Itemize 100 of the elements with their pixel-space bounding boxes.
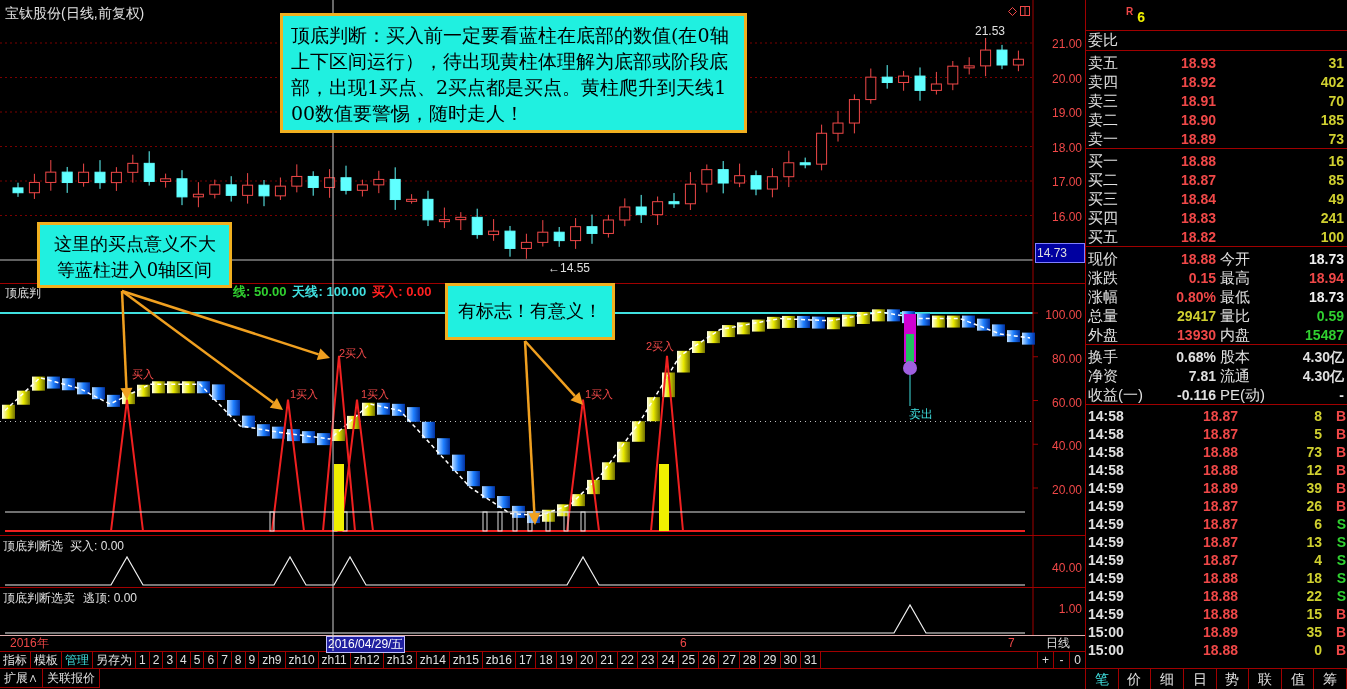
tick-time: 14:58 — [1088, 425, 1125, 444]
stat-value: 4.30亿 — [1301, 366, 1344, 386]
toolbar-tab[interactable]: zh15 — [449, 652, 483, 668]
indicator-bar — [317, 433, 330, 446]
order-level-label: 卖五 — [1088, 53, 1119, 73]
panel-reading: 买入: 0.00 — [70, 538, 125, 555]
candle — [914, 66, 926, 102]
toolbar-tab[interactable]: 另存为 — [93, 652, 136, 668]
indicator-axis-label: 40.00 — [1051, 438, 1082, 456]
toolbar-tab[interactable]: zh12 — [350, 652, 384, 668]
candle — [176, 169, 188, 206]
toolbar-tab[interactable]: 24 — [658, 652, 679, 668]
tick-volume: 73 — [1305, 443, 1322, 462]
candle — [61, 166, 73, 194]
panel-tab[interactable]: 日 — [1183, 669, 1217, 689]
date-label: 6 — [680, 636, 687, 651]
toolbar-tab[interactable]: 29 — [760, 652, 781, 668]
toolbar-tab[interactable]: 20 — [576, 652, 598, 668]
buy-signal-label: 买入 — [132, 367, 154, 382]
indicator-bar — [392, 403, 405, 416]
indicator-bar — [362, 402, 375, 416]
panel-tab[interactable]: 价 — [1118, 669, 1152, 689]
toolbar-tab[interactable]: 26 — [699, 652, 720, 668]
tick-side: B — [1334, 605, 1346, 624]
panel-tab[interactable]: 势 — [1216, 669, 1250, 689]
toolbar-tab[interactable]: zh14 — [416, 652, 450, 668]
tick-price: 18.87 — [1201, 407, 1238, 426]
tick-side: B — [1334, 407, 1346, 426]
candle — [701, 164, 713, 193]
candle — [980, 37, 992, 77]
band-marker — [512, 511, 518, 532]
order-volume: 100 — [1319, 227, 1344, 247]
toolbar-tab[interactable]: 8 — [231, 652, 246, 668]
toolbar-tab[interactable]: 9 — [245, 652, 260, 668]
zoom-button[interactable]: + — [1037, 652, 1053, 668]
indicator-bar — [467, 471, 480, 487]
toolbar-tab[interactable]: zh9 — [259, 652, 286, 668]
panel-tab[interactable]: 联 — [1249, 669, 1282, 689]
tick-time: 14:59 — [1088, 479, 1125, 498]
band-marker — [563, 511, 569, 532]
tick-time: 14:59 — [1088, 515, 1125, 534]
toolbar-tab[interactable]: 模板 — [31, 652, 62, 668]
signal-bar — [659, 464, 669, 531]
candle — [586, 214, 598, 245]
toolbar-tab[interactable]: 28 — [739, 652, 761, 668]
toolbar-tab[interactable]: 23 — [638, 652, 659, 668]
toolbar-tab[interactable]: 17 — [515, 652, 537, 668]
price-axis-label: 18.00 — [1051, 139, 1082, 157]
tick-time: 14:58 — [1088, 407, 1125, 426]
toolbar-tab[interactable]: 2 — [149, 652, 164, 668]
stat-value: 0.80% — [1175, 287, 1216, 307]
toolbar-tab[interactable]: 22 — [617, 652, 639, 668]
candle — [225, 175, 237, 203]
tick-price: 18.88 — [1201, 587, 1238, 606]
current-price-tag: 14.73 — [1035, 243, 1085, 263]
toolbar-button[interactable]: 关联报价 — [43, 669, 100, 688]
toolbar-tab[interactable]: zh11 — [318, 652, 351, 668]
tick-side: S — [1335, 587, 1346, 606]
toolbar-button[interactable]: 扩展∧ — [0, 669, 43, 688]
toolbar-tab[interactable]: 21 — [597, 652, 618, 668]
period-label: 日线 — [1046, 636, 1070, 651]
indicator-bar — [107, 394, 120, 407]
toolbar-tab[interactable]: 指标 — [0, 652, 31, 668]
toolbar-tab[interactable]: 27 — [719, 652, 740, 668]
toolbar-tab[interactable]: 4 — [177, 652, 191, 668]
candle — [619, 197, 631, 227]
toolbar-tab[interactable]: zh10 — [285, 652, 319, 668]
candle — [258, 179, 270, 207]
toolbar-tab[interactable]: 1 — [136, 652, 150, 668]
tick-side: S — [1335, 569, 1346, 588]
candle — [602, 214, 614, 239]
indicator-bar — [977, 318, 990, 331]
panel-tab[interactable]: 细 — [1151, 669, 1184, 689]
indicator-bar — [692, 340, 705, 353]
toolbar-tab[interactable]: zh13 — [383, 652, 417, 668]
band-marker — [545, 511, 551, 532]
toolbar-tab[interactable]: 5 — [190, 652, 205, 668]
indicator-bar — [797, 315, 810, 328]
panel-title: 顶底判断选卖 — [3, 590, 75, 607]
toolbar-tab[interactable]: 31 — [800, 652, 822, 668]
toolbar-tab[interactable]: zb16 — [482, 652, 516, 668]
zoom-button[interactable]: 0 — [1069, 652, 1085, 668]
toolbar-tab[interactable]: 25 — [678, 652, 700, 668]
toolbar-tab[interactable]: 19 — [556, 652, 577, 668]
panel-tab[interactable]: 笔 — [1086, 669, 1119, 689]
zoom-button[interactable]: - — [1053, 652, 1069, 668]
toolbar-tab[interactable]: 30 — [780, 652, 801, 668]
toolbar-tab[interactable]: 6 — [204, 652, 219, 668]
tick-price: 18.88 — [1201, 461, 1238, 480]
toolbar-tab[interactable]: 7 — [218, 652, 232, 668]
panel-tab[interactable]: 值 — [1281, 669, 1315, 689]
toolbar-tab[interactable]: 3 — [163, 652, 178, 668]
toolbar-tab[interactable]: 18 — [536, 652, 557, 668]
diamond-icon — [1008, 7, 1017, 16]
toolbar-tab[interactable]: 管理 — [62, 652, 93, 668]
price-axis-label: 21.00 — [1051, 36, 1082, 53]
panel-tab[interactable]: 筹 — [1314, 669, 1347, 689]
order-price: 18.88 — [1179, 151, 1216, 171]
indicator-bar — [482, 486, 495, 499]
indicator-bar — [452, 454, 465, 472]
